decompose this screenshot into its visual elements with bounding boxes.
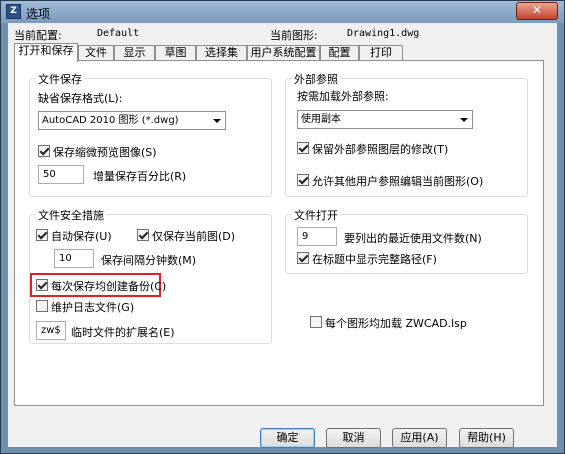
dialog-client: 当前配置: Default 当前图形: Drawing1.dwg 打开和保存 文… — [8, 23, 557, 448]
options-dialog: Z 选项 ✕ 当前配置: Default 当前图形: Drawing1.dwg … — [0, 0, 565, 454]
autosave-checkbox[interactable] — [36, 229, 48, 241]
full-path-label: 在标题中显示完整路径(F) — [312, 253, 437, 266]
retain-xref-label: 保留外部参照图层的修改(T) — [312, 143, 449, 156]
xref-load-value: 使用副本 — [301, 114, 341, 125]
default-format-dropdown[interactable]: AutoCAD 2010 图形 (*.dwg) — [38, 111, 226, 130]
recent-files-label: 要列出的最近使用文件数(N) — [344, 232, 482, 245]
help-button[interactable]: 帮助(H) — [459, 428, 514, 448]
file-open-group: 文件打开 9 要列出的最近使用文件数(N) 在标题中显示完整路径(F) — [285, 207, 528, 274]
retain-xref-checkbox[interactable] — [297, 142, 309, 154]
xref-load-label: 按需加载外部参照: — [297, 90, 389, 103]
allow-edit-checkbox[interactable] — [297, 174, 309, 186]
xref-load-dropdown[interactable]: 使用副本 — [297, 110, 473, 129]
tab-user-preferences[interactable]: 用户系统配置 — [247, 45, 320, 61]
default-format-label: 缺省保存格式(L): — [38, 92, 123, 105]
save-current-only-label: 仅保存当前图(D) — [152, 230, 236, 243]
thumbnail-checkbox[interactable] — [38, 145, 50, 157]
backup-label: 每次保存均创建备份(C) — [51, 280, 167, 293]
current-drawing-label: 当前图形: — [270, 29, 318, 42]
full-path-checkbox[interactable] — [297, 252, 309, 264]
current-profile-label: 当前配置: — [14, 29, 62, 42]
tab-drafting[interactable]: 草图 — [155, 45, 196, 61]
autosave-interval-input[interactable]: 10 — [54, 249, 94, 268]
backup-checkbox[interactable] — [36, 279, 48, 291]
tab-display[interactable]: 显示 — [114, 45, 155, 61]
tab-selection[interactable]: 选择集 — [196, 45, 247, 61]
save-current-only-checkbox[interactable] — [137, 229, 149, 241]
ok-button[interactable]: 确定 — [260, 428, 315, 448]
load-lsp-checkbox[interactable] — [310, 316, 322, 328]
file-save-group: 文件保存 缺省保存格式(L): AutoCAD 2010 图形 (*.dwg) … — [29, 71, 272, 197]
tab-profiles[interactable]: 配置 — [320, 45, 359, 61]
thumbnail-label: 保存缩微预览图像(S) — [53, 146, 157, 159]
autosave-interval-label: 保存间隔分钟数(M) — [101, 254, 197, 267]
tab-open-save[interactable]: 打开和保存 — [14, 43, 78, 62]
tab-panel-open-save: 文件保存 缺省保存格式(L): AutoCAD 2010 图形 (*.dwg) … — [14, 60, 544, 406]
temp-extension-label: 临时文件的扩展名(E) — [71, 326, 175, 339]
recent-files-input[interactable]: 9 — [297, 227, 337, 246]
file-safety-title: 文件安全措施 — [36, 207, 106, 223]
allow-edit-label: 允许其他用户参照编辑当前图形(O) — [312, 175, 484, 188]
default-format-value: AutoCAD 2010 图形 (*.dwg) — [42, 115, 179, 126]
incremental-save-label: 增量保存百分比(R) — [93, 170, 187, 183]
log-file-checkbox[interactable] — [36, 300, 48, 312]
tab-files[interactable]: 文件 — [78, 45, 114, 61]
chevron-down-icon — [213, 119, 221, 123]
xref-title: 外部参照 — [292, 71, 340, 87]
load-lsp-label: 每个图形均加载 ZWCAD.lsp — [325, 317, 467, 330]
app-icon: Z — [6, 4, 21, 19]
cancel-button[interactable]: 取消 — [326, 428, 381, 448]
xref-group: 外部参照 按需加载外部参照: 使用副本 保留外部参照图层的修改(T) 允许其他用… — [285, 71, 528, 197]
close-button[interactable]: ✕ — [516, 2, 558, 20]
file-safety-group: 文件安全措施 自动保存(U) 仅保存当前图(D) 10 保存间隔分钟数(M) 每… — [29, 207, 272, 344]
incremental-save-input[interactable]: 50 — [38, 165, 84, 184]
apply-button[interactable]: 应用(A) — [392, 428, 447, 448]
log-file-label: 维护日志文件(G) — [51, 301, 135, 314]
chevron-down-icon — [460, 118, 468, 122]
window-title: 选项 — [26, 7, 51, 21]
tab-plot[interactable]: 打印 — [359, 45, 403, 61]
current-profile-value: Default — [97, 28, 140, 39]
file-open-title: 文件打开 — [292, 207, 340, 223]
current-drawing-value: Drawing1.dwg — [347, 28, 420, 39]
file-save-title: 文件保存 — [36, 71, 84, 87]
autosave-label: 自动保存(U) — [51, 230, 112, 243]
title-bar[interactable]: Z 选项 ✕ — [1, 1, 564, 23]
temp-extension-input[interactable]: zw$ — [36, 321, 66, 340]
